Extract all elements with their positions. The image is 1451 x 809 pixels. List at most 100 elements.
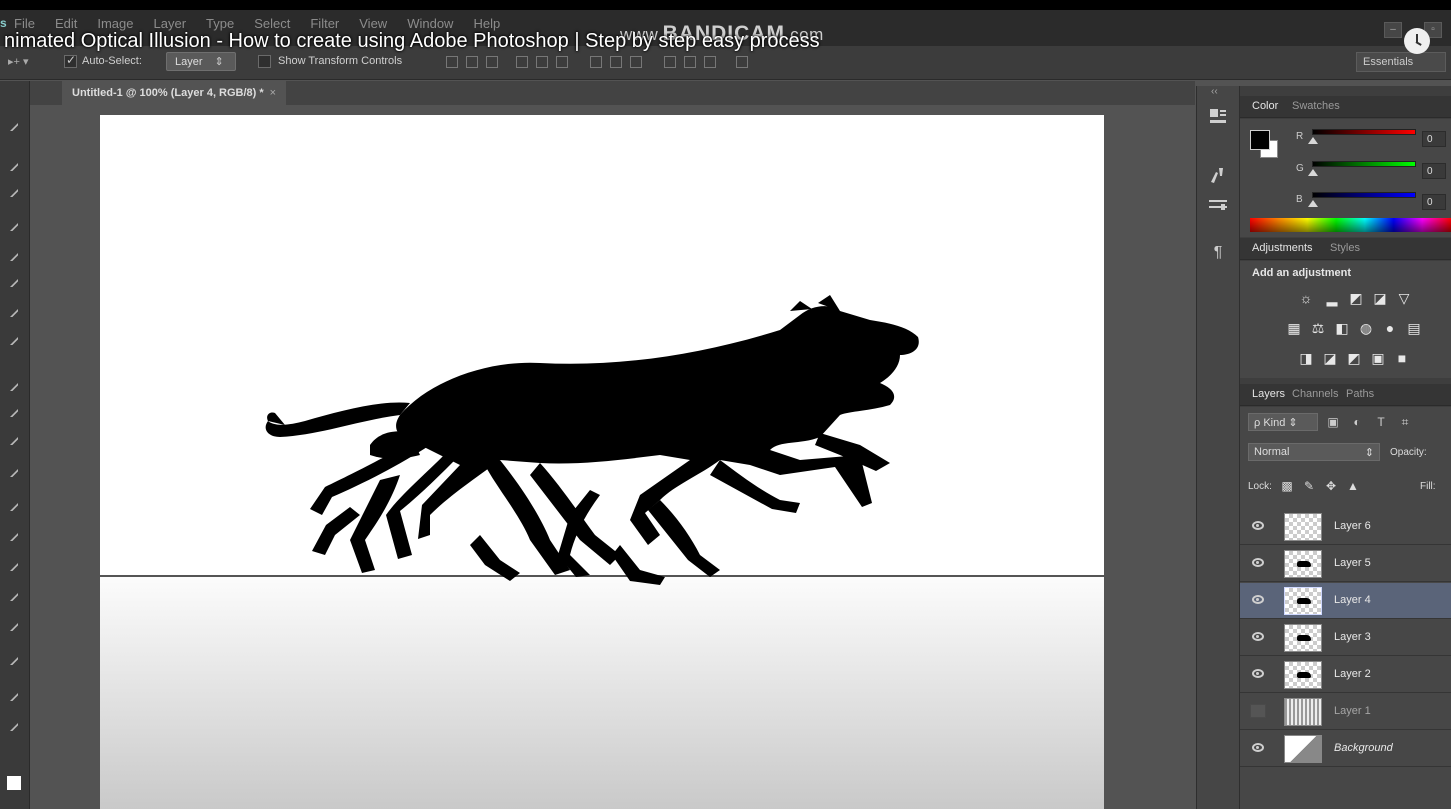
red-value[interactable]: 0 [1422,131,1446,147]
minimize-button[interactable]: – [1384,22,1402,38]
brush-tool[interactable] [8,335,20,345]
layer-name[interactable]: Layer 3 [1334,631,1371,643]
gradient-tool[interactable] [8,467,20,477]
lock-transparent-icon[interactable]: ▩ [1280,479,1294,493]
visibility-eye-icon[interactable] [1252,521,1264,530]
paragraph-icon[interactable]: ¶ [1207,242,1229,264]
posterize-icon[interactable]: ◪ [1322,351,1338,365]
exposure-icon[interactable]: ◪ [1372,291,1388,305]
curves-icon[interactable]: ◩ [1348,291,1364,305]
show-transform-checkbox[interactable] [258,55,271,68]
visibility-eye-icon[interactable] [1252,632,1264,641]
menu-view[interactable]: View [359,16,387,31]
dodge-tool[interactable] [8,531,20,541]
levels-icon[interactable]: ▂ [1324,291,1340,305]
type-filter-icon[interactable]: T [1374,415,1388,429]
brush-presets-icon[interactable] [1207,164,1229,186]
auto-select-checkbox[interactable] [64,53,77,68]
foreground-color-swatch[interactable] [7,776,21,790]
lock-all-icon[interactable]: ▲ [1346,479,1360,493]
menu-select[interactable]: Select [254,16,290,31]
menu-layer[interactable]: Layer [154,16,187,31]
tab-paths[interactable]: Paths [1346,388,1374,400]
layer-name[interactable]: Layer 4 [1334,594,1371,606]
history-brush-tool[interactable] [8,407,20,417]
pixel-filter-icon[interactable]: ▣ [1326,415,1340,429]
move-tool[interactable] [8,121,20,131]
collapse-panels-icon[interactable]: ‹‹ [1211,86,1218,97]
blend-mode-dropdown[interactable]: Normal ⇕ [1248,443,1380,461]
zoom-tool[interactable] [8,721,20,731]
layer-name[interactable]: Background [1334,742,1393,754]
red-slider-thumb[interactable] [1308,137,1318,144]
threshold-icon[interactable]: ◩ [1346,351,1362,365]
green-value[interactable]: 0 [1422,163,1446,179]
menu-image[interactable]: Image [97,16,133,31]
hand-tool[interactable] [8,691,20,701]
distribute-top-icon[interactable] [590,56,602,68]
document-tab[interactable]: Untitled-1 @ 100% (Layer 4, RGB/8) * × [62,81,287,105]
align-vcenter-icon[interactable] [466,56,478,68]
lock-position-icon[interactable]: ✥ [1324,479,1338,493]
visibility-eye-icon[interactable] [1252,743,1264,752]
menu-filter[interactable]: Filter [310,16,339,31]
invert-icon[interactable]: ◨ [1298,351,1314,365]
tab-swatches[interactable]: Swatches [1292,100,1340,112]
menu-window[interactable]: Window [407,16,453,31]
tab-adjustments[interactable]: Adjustments [1252,242,1313,254]
distribute-vcenter-icon[interactable] [610,56,622,68]
history-icon[interactable] [1207,106,1229,128]
layer-name[interactable]: Layer 1 [1334,705,1371,717]
menu-type[interactable]: Type [206,16,234,31]
visibility-eye-icon[interactable] [1252,669,1264,678]
lasso-tool[interactable] [8,187,20,197]
menu-file[interactable]: File [14,16,35,31]
layer-name[interactable]: Layer 5 [1334,557,1371,569]
quick-selection-tool[interactable] [8,221,20,231]
distribute-hcenter-icon[interactable] [684,56,696,68]
workspace-switcher[interactable]: Essentials [1356,52,1446,72]
layer-row[interactable]: Layer 1 [1240,694,1451,730]
color-balance-icon[interactable]: ⚖ [1310,321,1326,335]
layer-row-selected[interactable]: Layer 4 [1240,583,1451,619]
blur-tool[interactable] [8,501,20,511]
green-slider[interactable] [1312,161,1416,167]
layer-row[interactable]: Background [1240,731,1451,767]
layer-name[interactable]: Layer 2 [1334,668,1371,680]
brightness-icon[interactable]: ☼ [1298,291,1314,305]
marquee-tool[interactable] [8,161,20,171]
lock-image-icon[interactable]: ✎ [1302,479,1316,493]
eyedropper-tool[interactable] [8,277,20,287]
align-top-icon[interactable] [446,56,458,68]
color-lookup-icon[interactable]: ▤ [1406,321,1422,335]
watch-later-icon[interactable] [1404,28,1430,54]
path-selection-tool[interactable] [8,621,20,631]
brush-settings-icon[interactable] [1207,194,1229,216]
tab-styles[interactable]: Styles [1330,242,1360,254]
crop-tool[interactable] [8,251,20,261]
blue-slider[interactable] [1312,192,1416,198]
close-tab-icon[interactable]: × [270,87,276,99]
layer-row[interactable]: Layer 3 [1240,620,1451,656]
distribute-right-icon[interactable] [704,56,716,68]
foreground-color[interactable] [1250,130,1270,150]
auto-align-icon[interactable] [736,56,748,68]
layer-name[interactable]: Layer 6 [1334,520,1371,532]
eraser-tool[interactable] [8,435,20,445]
visibility-eye-icon[interactable] [1252,558,1264,567]
document-canvas[interactable] [100,115,1104,809]
layer-row[interactable]: Layer 5 [1240,546,1451,582]
gradient-map-icon[interactable]: ▣ [1370,351,1386,365]
clone-stamp-tool[interactable] [8,381,20,391]
tab-channels[interactable]: Channels [1292,388,1338,400]
layer-row[interactable]: Layer 2 [1240,657,1451,693]
pen-tool[interactable] [8,561,20,571]
distribute-bottom-icon[interactable] [630,56,642,68]
align-right-icon[interactable] [556,56,568,68]
layer-filter-kind[interactable]: ρ Kind ⇕ [1248,413,1318,431]
tab-layers[interactable]: Layers [1252,388,1285,400]
layer-row[interactable]: Layer 6 [1240,509,1451,545]
blue-slider-thumb[interactable] [1308,200,1318,207]
align-left-icon[interactable] [516,56,528,68]
selective-color-icon[interactable]: ■ [1394,351,1410,365]
